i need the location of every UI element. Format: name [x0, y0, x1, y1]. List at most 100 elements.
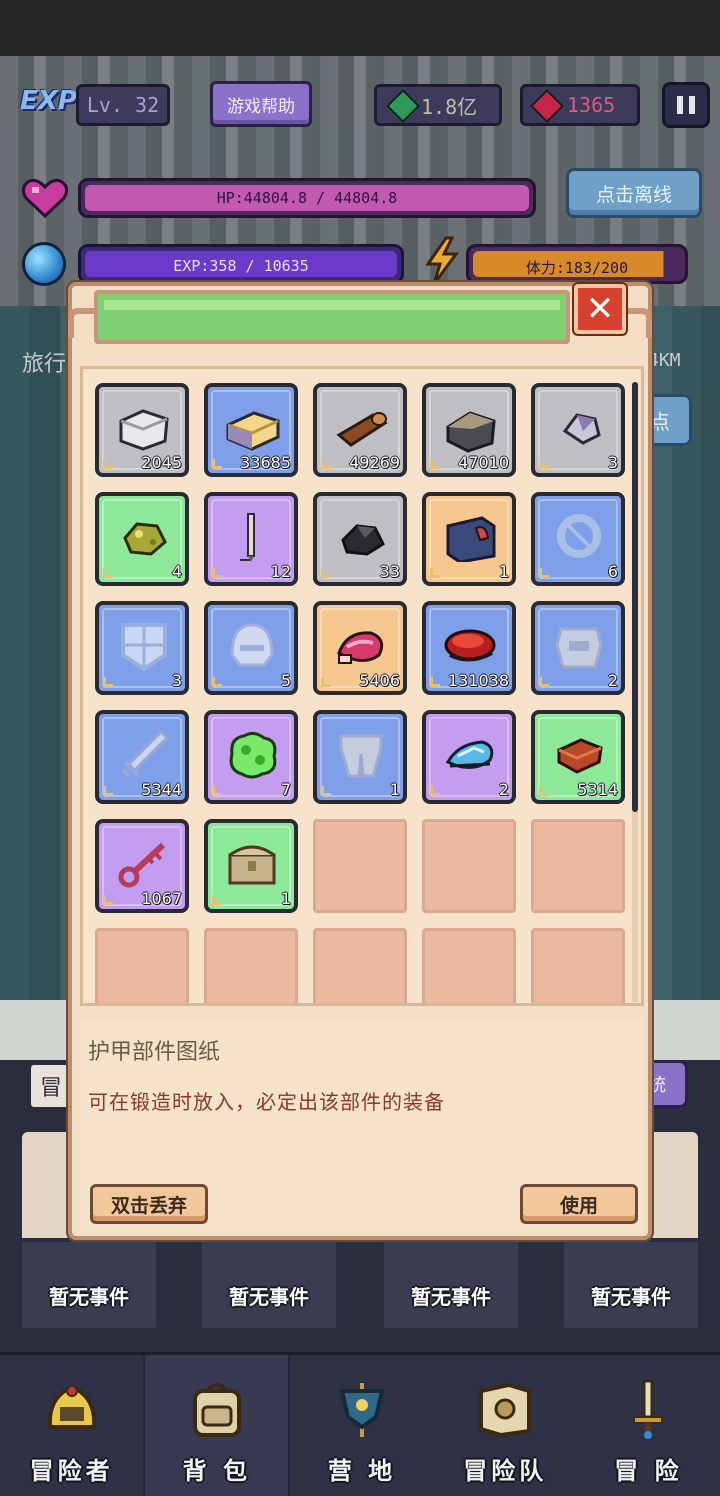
- item-quantity: 2: [607, 671, 618, 690]
- nav-team[interactable]: 冒险队: [434, 1355, 577, 1496]
- slot-corner: [430, 677, 440, 687]
- empty-slot[interactable]: [422, 928, 516, 1003]
- inventory-slot[interactable]: 12: [204, 492, 298, 586]
- inventory-scrollbar[interactable]: [632, 382, 638, 1002]
- item-quantity: 1: [280, 889, 291, 908]
- slot-corner: [103, 786, 113, 796]
- needle-icon: [240, 513, 255, 562]
- item-quantity: 12: [270, 562, 291, 581]
- hp-bar-fill: HP:44804.8 / 44804.8: [85, 185, 529, 211]
- item-quantity: 5: [280, 671, 291, 690]
- item-title: 护甲部件图纸: [88, 1040, 221, 1065]
- inventory-slot[interactable]: 5406: [313, 601, 407, 695]
- empty-slot[interactable]: [95, 928, 189, 1003]
- coal-icon: [341, 524, 385, 556]
- sword-icon: [633, 1379, 664, 1439]
- item-description-panel: 护甲部件图纸 可在锻造时放入，必定出该部件的装备 双击丢弃 使用: [80, 1020, 644, 1232]
- inventory-slot[interactable]: 2045: [95, 383, 189, 477]
- gold-bar-icon: [226, 411, 280, 451]
- backpack-icon: [192, 1383, 241, 1437]
- empty-slot[interactable]: [204, 928, 298, 1003]
- offline-button[interactable]: 点击离线: [566, 168, 702, 218]
- inventory-slot[interactable]: 1: [204, 819, 298, 913]
- nav-camp[interactable]: 营 地: [290, 1355, 433, 1496]
- travel-label: 旅行: [22, 352, 67, 377]
- inventory-slot[interactable]: 4: [95, 492, 189, 586]
- magic-key-icon: [118, 842, 166, 888]
- nav-label: 营 地: [327, 1457, 397, 1485]
- inventory-slot[interactable]: 1067: [95, 819, 189, 913]
- heart-icon: [22, 178, 68, 218]
- spell-book-icon: [446, 516, 496, 562]
- empty-slot[interactable]: [531, 928, 625, 1003]
- helmet-blueprint-icon: [230, 623, 274, 667]
- use-button[interactable]: 使用: [520, 1184, 638, 1224]
- adventurer-helmet-icon: [47, 1384, 96, 1429]
- inventory-slot[interactable]: 47010: [422, 383, 516, 477]
- item-quantity: 33: [379, 562, 400, 581]
- inventory-slot[interactable]: 3: [95, 601, 189, 695]
- ruby-meat-icon: [337, 631, 384, 664]
- empty-slot[interactable]: [313, 928, 407, 1003]
- item-quantity: 1: [389, 780, 400, 799]
- stamina-text: 体力:183/200: [525, 259, 629, 277]
- red-meat-icon: [444, 629, 496, 662]
- nav-adventurer[interactable]: 冒险者: [0, 1355, 143, 1496]
- inventory-grid[interactable]: 2045 33685 49269 47010 3 4 12 33 1 6 3 5 5406 131038 2…: [80, 366, 644, 1006]
- inventory-slot[interactable]: 2: [531, 601, 625, 695]
- blue-crystal-icon: [445, 740, 494, 769]
- nav-adventure[interactable]: 冒 险: [577, 1355, 720, 1496]
- empty-slot[interactable]: [531, 819, 625, 913]
- empty-slot[interactable]: [313, 819, 407, 913]
- discard-button[interactable]: 双击丢弃: [90, 1184, 208, 1224]
- inventory-slot[interactable]: 3: [531, 383, 625, 477]
- slot-corner: [321, 568, 331, 578]
- inventory-slot[interactable]: 1: [422, 492, 516, 586]
- game-help-button[interactable]: 游戏帮助: [210, 81, 312, 127]
- iron-ore-icon: [446, 411, 496, 453]
- nav-backpack[interactable]: 背 包: [143, 1355, 291, 1496]
- system-tab-button[interactable]: 统: [648, 1060, 688, 1108]
- slot-corner: [103, 459, 113, 469]
- close-button[interactable]: ✕: [574, 284, 626, 334]
- pause-button[interactable]: [662, 82, 710, 128]
- ruby-icon: [530, 89, 564, 123]
- item-description: 可在锻造时放入，必定出该部件的装备: [88, 1090, 445, 1114]
- inventory-slot[interactable]: 33: [313, 492, 407, 586]
- slot-corner: [103, 677, 113, 687]
- item-quantity: 33685: [240, 453, 291, 472]
- empty-slot[interactable]: [422, 819, 516, 913]
- gold-nugget-icon: [123, 522, 167, 556]
- item-quantity: 4: [171, 562, 182, 581]
- slot-corner: [212, 677, 222, 687]
- inventory-slot[interactable]: 2: [422, 710, 516, 804]
- slot-corner: [321, 677, 331, 687]
- inventory-slot[interactable]: 7: [204, 710, 298, 804]
- slot-corner: [212, 459, 222, 469]
- inventory-slot[interactable]: 5314: [531, 710, 625, 804]
- item-quantity: 49269: [349, 453, 400, 472]
- nav-label: 冒险队: [463, 1457, 548, 1485]
- gem-value: 1.8亿: [421, 94, 478, 119]
- stamina-bar: 体力:183/200: [466, 244, 688, 284]
- shield-blueprint-icon: [121, 623, 167, 671]
- gem-currency: 1.8亿: [374, 84, 502, 126]
- slot-corner: [539, 786, 549, 796]
- hp-bar: HP:44804.8 / 44804.8: [78, 178, 536, 218]
- pause-icon-bar: [689, 96, 695, 114]
- inventory-slot[interactable]: 6: [531, 492, 625, 586]
- inventory-slot[interactable]: 5: [204, 601, 298, 695]
- side-action-button[interactable]: 点: [646, 394, 692, 446]
- scroll-thumb[interactable]: [632, 382, 638, 812]
- inventory-slot[interactable]: 33685: [204, 383, 298, 477]
- slot-corner: [539, 568, 549, 578]
- inventory-slot[interactable]: 5344: [95, 710, 189, 804]
- green-slime-icon: [229, 731, 277, 779]
- inventory-slot[interactable]: 131038: [422, 601, 516, 695]
- item-quantity: 131038: [447, 671, 509, 690]
- dialog-corner-ornament: [68, 308, 96, 338]
- inventory-slot[interactable]: 1: [313, 710, 407, 804]
- slot-corner: [103, 568, 113, 578]
- level-display: Lv. 32: [76, 84, 170, 126]
- inventory-slot[interactable]: 49269: [313, 383, 407, 477]
